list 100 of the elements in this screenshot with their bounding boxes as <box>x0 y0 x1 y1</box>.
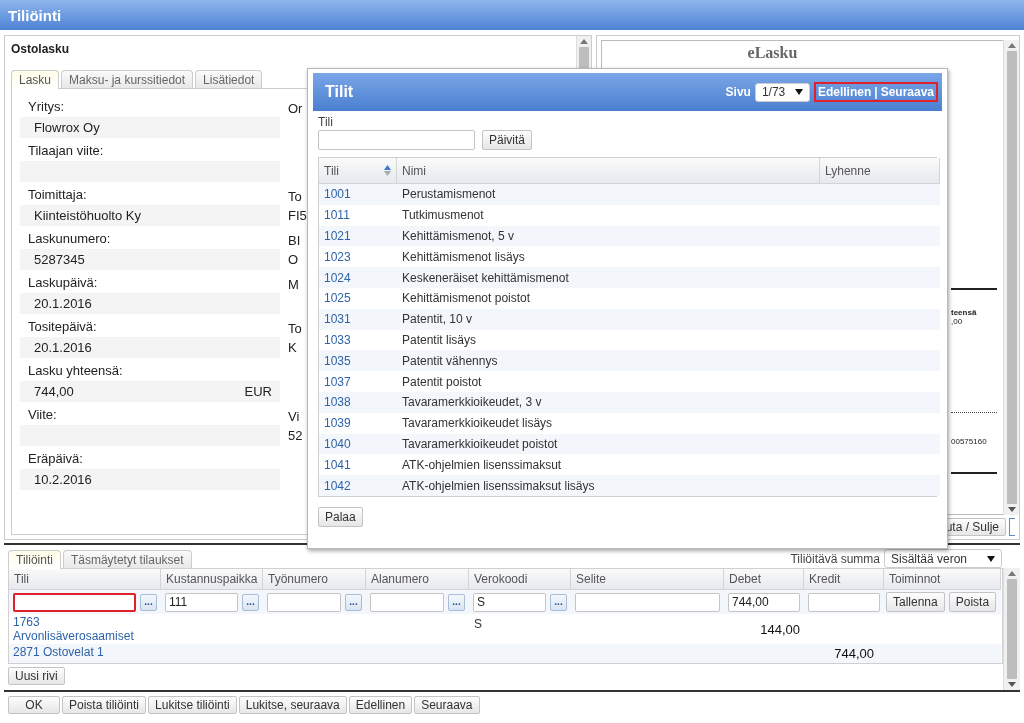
field-label: Viite: <box>27 407 58 424</box>
account-link[interactable]: 1025 <box>324 291 351 306</box>
account-link[interactable]: 1023 <box>324 249 351 264</box>
account-link[interactable]: 1039 <box>324 416 351 431</box>
scroll-up-icon[interactable] <box>1007 43 1016 48</box>
search-field[interactable] <box>318 130 475 150</box>
amount-label: Tiliöitävä summa <box>790 551 880 566</box>
account-link[interactable]: 1031 <box>324 312 351 327</box>
field-label: Vi <box>288 408 300 424</box>
account-link[interactable]: 1038 <box>324 395 351 410</box>
value-text: Kiinteistöhuolto Ky <box>34 208 141 223</box>
scroll-up-icon[interactable] <box>580 39 588 44</box>
column-header: Kustannuspaikka <box>161 569 263 590</box>
lookup-button[interactable]: ... <box>242 593 259 611</box>
column-header: Debet <box>724 569 804 590</box>
table-cell: Patentit, 10 v <box>397 308 820 330</box>
field-label: Tilaajan viite: <box>27 143 105 160</box>
column-header: Selite <box>571 569 724 590</box>
field-label: BI <box>288 232 301 248</box>
document-text: ,00 <box>951 317 964 326</box>
lookup-button[interactable]: ... <box>448 593 465 611</box>
value-text: K <box>288 340 297 355</box>
account-link[interactable]: 1763 Arvonlisäverosaamiset <box>13 615 157 643</box>
row-button[interactable]: Poista <box>948 592 997 612</box>
account-link[interactable]: 1037 <box>324 374 351 389</box>
table-cell: Kehittämismenot, 5 v <box>397 225 820 247</box>
column-header[interactable]: Nimi <box>402 163 426 178</box>
field-label: Toimittaja: <box>27 187 88 204</box>
row-button[interactable]: Tallenna <box>886 592 945 612</box>
scroll-down-icon[interactable] <box>1008 682 1016 687</box>
window-title: Tiliöinti <box>8 6 62 24</box>
scrollbar[interactable] <box>1003 568 1020 690</box>
input-field[interactable] <box>13 592 136 612</box>
field-label: Tositepäivä: <box>27 319 98 336</box>
tab[interactable]: Tiliöinti <box>8 550 61 569</box>
input-field[interactable] <box>267 592 341 612</box>
account-link[interactable]: 1033 <box>324 332 351 347</box>
value-text: 5287345 <box>34 252 85 267</box>
input-field[interactable]: 111 <box>165 592 238 612</box>
field-label: Laskunumero: <box>27 231 112 248</box>
caret-icon <box>987 555 995 562</box>
footer-button[interactable]: Poista tiliöinti <box>62 696 147 714</box>
table-cell: Keskeneräiset kehittämismenot <box>397 267 820 288</box>
caret-icon <box>794 89 803 95</box>
field-label: Tili <box>318 115 334 129</box>
scroll-up-icon[interactable] <box>1008 571 1016 576</box>
column-header: Työnumero <box>263 569 366 590</box>
account-link[interactable]: 1035 <box>324 353 351 368</box>
field-label: Or <box>288 100 303 116</box>
account-link[interactable]: 2871 Ostovelat 1 <box>13 645 104 659</box>
scrollbar[interactable] <box>1003 40 1019 515</box>
column-header[interactable]: Tili <box>324 163 339 178</box>
tab[interactable]: Täsmäytetyt tilaukset <box>62 550 192 568</box>
table-cell: ATK-ohjelmien lisenssimaksut lisäys <box>397 475 820 496</box>
value-text: O <box>288 252 299 267</box>
value-text: 744,00 <box>34 384 74 399</box>
scroll-thumb[interactable] <box>1007 579 1017 679</box>
field-label: Laskupäivä: <box>27 275 99 292</box>
value-text: 20.1.2016 <box>34 340 92 355</box>
input-field[interactable]: S <box>473 592 546 612</box>
sort-icon[interactable] <box>384 165 391 176</box>
amount-select[interactable]: Sisältää veron <box>884 549 1002 568</box>
lookup-button[interactable]: ... <box>345 593 362 611</box>
account-link[interactable]: 1011 <box>324 208 350 223</box>
account-link[interactable]: 1021 <box>324 229 351 243</box>
value-text: FI5 <box>288 208 307 223</box>
account-link[interactable]: 1024 <box>324 270 351 285</box>
back-button[interactable]: Palaa <box>318 506 363 527</box>
column-header: Verokoodi <box>469 569 571 590</box>
account-link[interactable]: 1001 <box>324 187 351 202</box>
input-field[interactable]: 744,00 <box>728 592 800 612</box>
field-label: Yritys: <box>27 99 66 116</box>
scroll-down-icon[interactable] <box>1007 507 1016 512</box>
lookup-button[interactable]: ... <box>140 593 157 611</box>
footer-button[interactable]: Edellinen <box>348 696 413 714</box>
input-field[interactable] <box>370 592 444 612</box>
tab[interactable]: Lisätiedot <box>195 70 263 88</box>
account-link[interactable]: 1042 <box>324 478 351 493</box>
page-select[interactable]: 1/73 <box>754 82 810 102</box>
scroll-thumb[interactable] <box>1006 51 1017 504</box>
footer-button[interactable]: Seuraava <box>414 696 480 714</box>
table-cell: 744,00 <box>804 644 884 663</box>
button-edge[interactable] <box>1009 518 1015 536</box>
document-text: teensä <box>951 308 978 317</box>
value-text: 52 <box>288 428 303 443</box>
lookup-button[interactable]: ... <box>550 593 567 611</box>
field-label: Eräpäivä: <box>27 451 84 468</box>
refresh-button[interactable]: Päivitä <box>482 130 533 150</box>
table-cell: Perustamismenot <box>397 184 820 205</box>
field-label: To <box>288 188 302 204</box>
footer-button[interactable]: Lukitse tiliöinti <box>148 696 237 714</box>
new-row-button[interactable]: Uusi rivi <box>8 667 65 685</box>
column-header: Kredit <box>804 569 884 590</box>
separator: | <box>874 85 878 99</box>
tab[interactable]: Maksu- ja kurssitiedot <box>61 70 194 88</box>
footer-button[interactable]: OK <box>8 696 60 714</box>
tab[interactable]: Lasku <box>11 70 60 89</box>
account-link[interactable]: 1040 <box>324 436 351 451</box>
footer-button[interactable]: Lukitse, seuraava <box>238 696 347 714</box>
account-link[interactable]: 1041 <box>324 457 351 472</box>
